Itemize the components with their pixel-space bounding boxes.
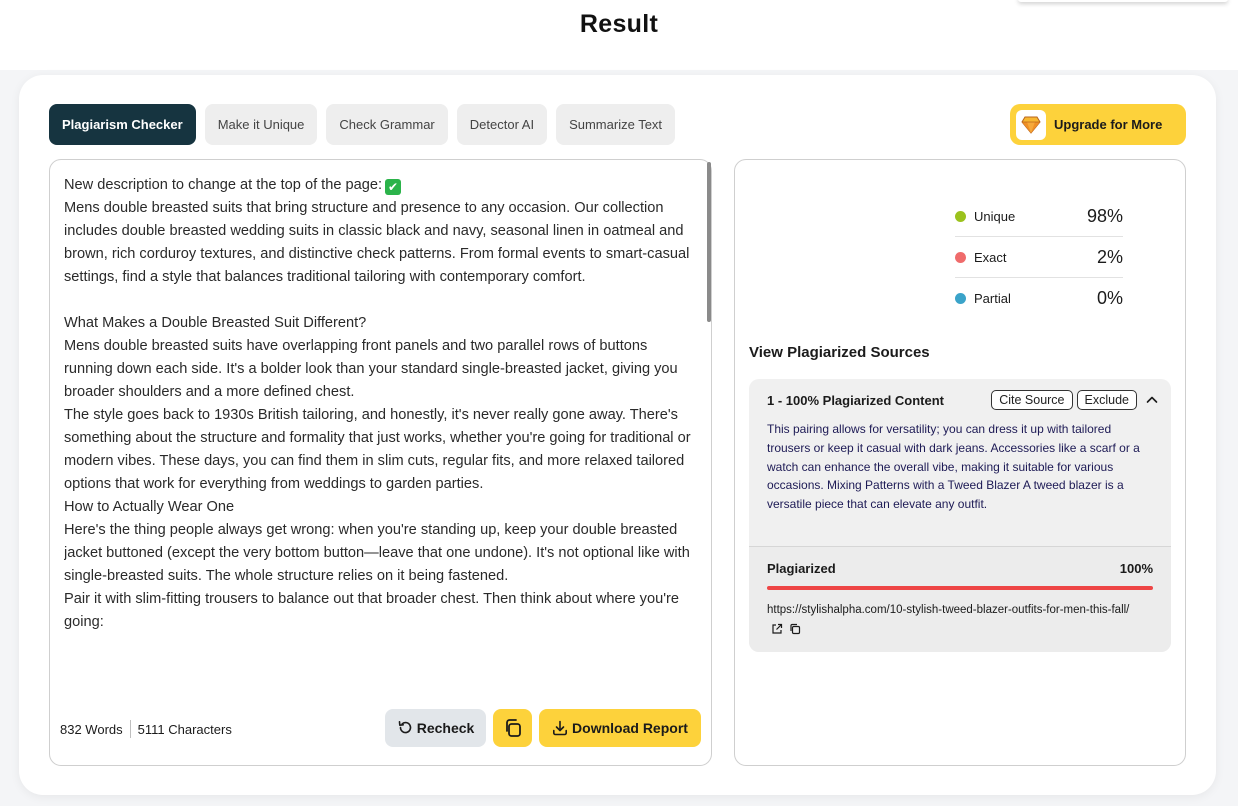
exact-dot xyxy=(955,251,966,263)
stat-label: Exact xyxy=(974,249,1007,265)
stat-label: Partial xyxy=(974,291,1011,306)
tab-detector-ai[interactable]: Detector AI xyxy=(456,104,548,145)
stat-unique: Unique 98% xyxy=(955,196,1123,237)
tab-summarize-text[interactable]: Summarize Text xyxy=(556,104,676,145)
download-icon xyxy=(553,720,568,736)
stat-exact: Exact 2% xyxy=(955,237,1123,278)
unique-dot xyxy=(955,210,966,222)
editor-line: What Makes a Double Breasted Suit Differ… xyxy=(64,315,367,331)
stat-value: 0% xyxy=(1096,288,1123,308)
tab-plagiarism-checker[interactable]: Plagiarism Checker xyxy=(49,104,196,145)
word-count: 832 Words xyxy=(60,721,123,737)
editor-blank-line xyxy=(64,289,696,312)
recheck-button[interactable]: Recheck xyxy=(385,709,486,747)
text-editor[interactable]: New description to change at the top of … xyxy=(64,174,696,702)
similarity-stats: Unique 98% Exact 2% Partial 0% xyxy=(955,196,1123,319)
stat-label: Unique xyxy=(974,208,1016,224)
text-editor-panel: New description to change at the top of … xyxy=(49,159,712,766)
chevron-up-icon[interactable] xyxy=(1145,393,1159,407)
diamond-icon xyxy=(1016,109,1046,140)
stat-partial: Partial 0% xyxy=(955,278,1123,319)
text-counts: 832 Words 5111 Characters xyxy=(60,720,232,738)
tab-check-grammar[interactable]: Check Grammar xyxy=(326,104,448,145)
result-card: Plagiarism Checker Make it Unique Check … xyxy=(19,75,1216,795)
source-footer: Plagiarized 100% https://stylishalpha.co… xyxy=(749,546,1171,652)
editor-line: Pair it with slim-fitting trousers to ba… xyxy=(64,591,679,630)
external-link-icon[interactable] xyxy=(771,623,783,635)
stat-value: 98% xyxy=(1086,205,1123,226)
copy-icon xyxy=(505,719,521,737)
character-count: 5111 Characters xyxy=(137,721,232,737)
recheck-label: Recheck xyxy=(416,720,475,736)
download-report-label: Download Report xyxy=(572,720,688,736)
editor-scrollbar-thumb[interactable] xyxy=(707,162,711,322)
editor-line: Mens double breasted suits have overlapp… xyxy=(64,338,678,400)
tool-tabs: Plagiarism Checker Make it Unique Check … xyxy=(49,104,676,145)
counts-divider xyxy=(129,720,131,738)
partial-dot xyxy=(955,293,966,304)
editor-line: The style goes back to 1930s British tai… xyxy=(64,407,691,492)
plagiarized-row: Plagiarized 100% xyxy=(767,561,1153,576)
plagiarized-percent: 100% xyxy=(1119,561,1153,576)
copy-link-icon[interactable] xyxy=(789,623,801,635)
plagiarized-progress-bar xyxy=(767,586,1153,590)
url-actions xyxy=(771,623,801,635)
plagiarized-progress-fill xyxy=(767,586,1153,590)
source-name: 1 - 100% Plagiarized Content xyxy=(767,392,944,408)
source-header: 1 - 100% Plagiarized Content Cite Source… xyxy=(767,390,1159,410)
editor-line: Mens double breasted suits that bring st… xyxy=(64,200,690,285)
top-dropdown-shadow xyxy=(1018,0,1228,2)
cite-source-button[interactable]: Cite Source xyxy=(991,390,1073,410)
source-link[interactable]: https://stylishalpha.com/10-stylish-twee… xyxy=(767,604,1129,616)
upgrade-button[interactable]: Upgrade for More xyxy=(1010,104,1186,145)
editor-line: New description to change at the top of … xyxy=(64,174,696,197)
refresh-icon xyxy=(398,720,411,734)
exclude-button[interactable]: Exclude xyxy=(1076,390,1137,410)
sources-title: View Plagiarized Sources xyxy=(749,344,930,361)
copy-button[interactable] xyxy=(493,709,532,747)
tab-make-it-unique[interactable]: Make it Unique xyxy=(204,104,318,145)
page-title: Result xyxy=(579,10,659,38)
download-report-button[interactable]: Download Report xyxy=(539,709,701,747)
source-card: 1 - 100% Plagiarized Content Cite Source… xyxy=(749,379,1171,652)
stat-value: 2% xyxy=(1096,246,1123,267)
plagiarized-label: Plagiarized xyxy=(767,561,836,576)
editor-actions: Recheck Download Report xyxy=(385,709,701,747)
editor-line: How to Actually Wear One xyxy=(64,499,235,515)
source-matched-text: This pairing allows for versatility; you… xyxy=(767,422,1140,512)
results-panel: Unique 98% Exact 2% Partial 0% View Plag… xyxy=(734,159,1186,766)
editor-scrollbar[interactable] xyxy=(707,160,712,700)
upgrade-label: Upgrade for More xyxy=(1054,117,1163,132)
editor-line: Here's the thing people always get wrong… xyxy=(64,522,690,584)
check-mark-emoji-icon: ✔ xyxy=(385,179,402,195)
source-url: https://stylishalpha.com/10-stylish-twee… xyxy=(767,600,1157,640)
